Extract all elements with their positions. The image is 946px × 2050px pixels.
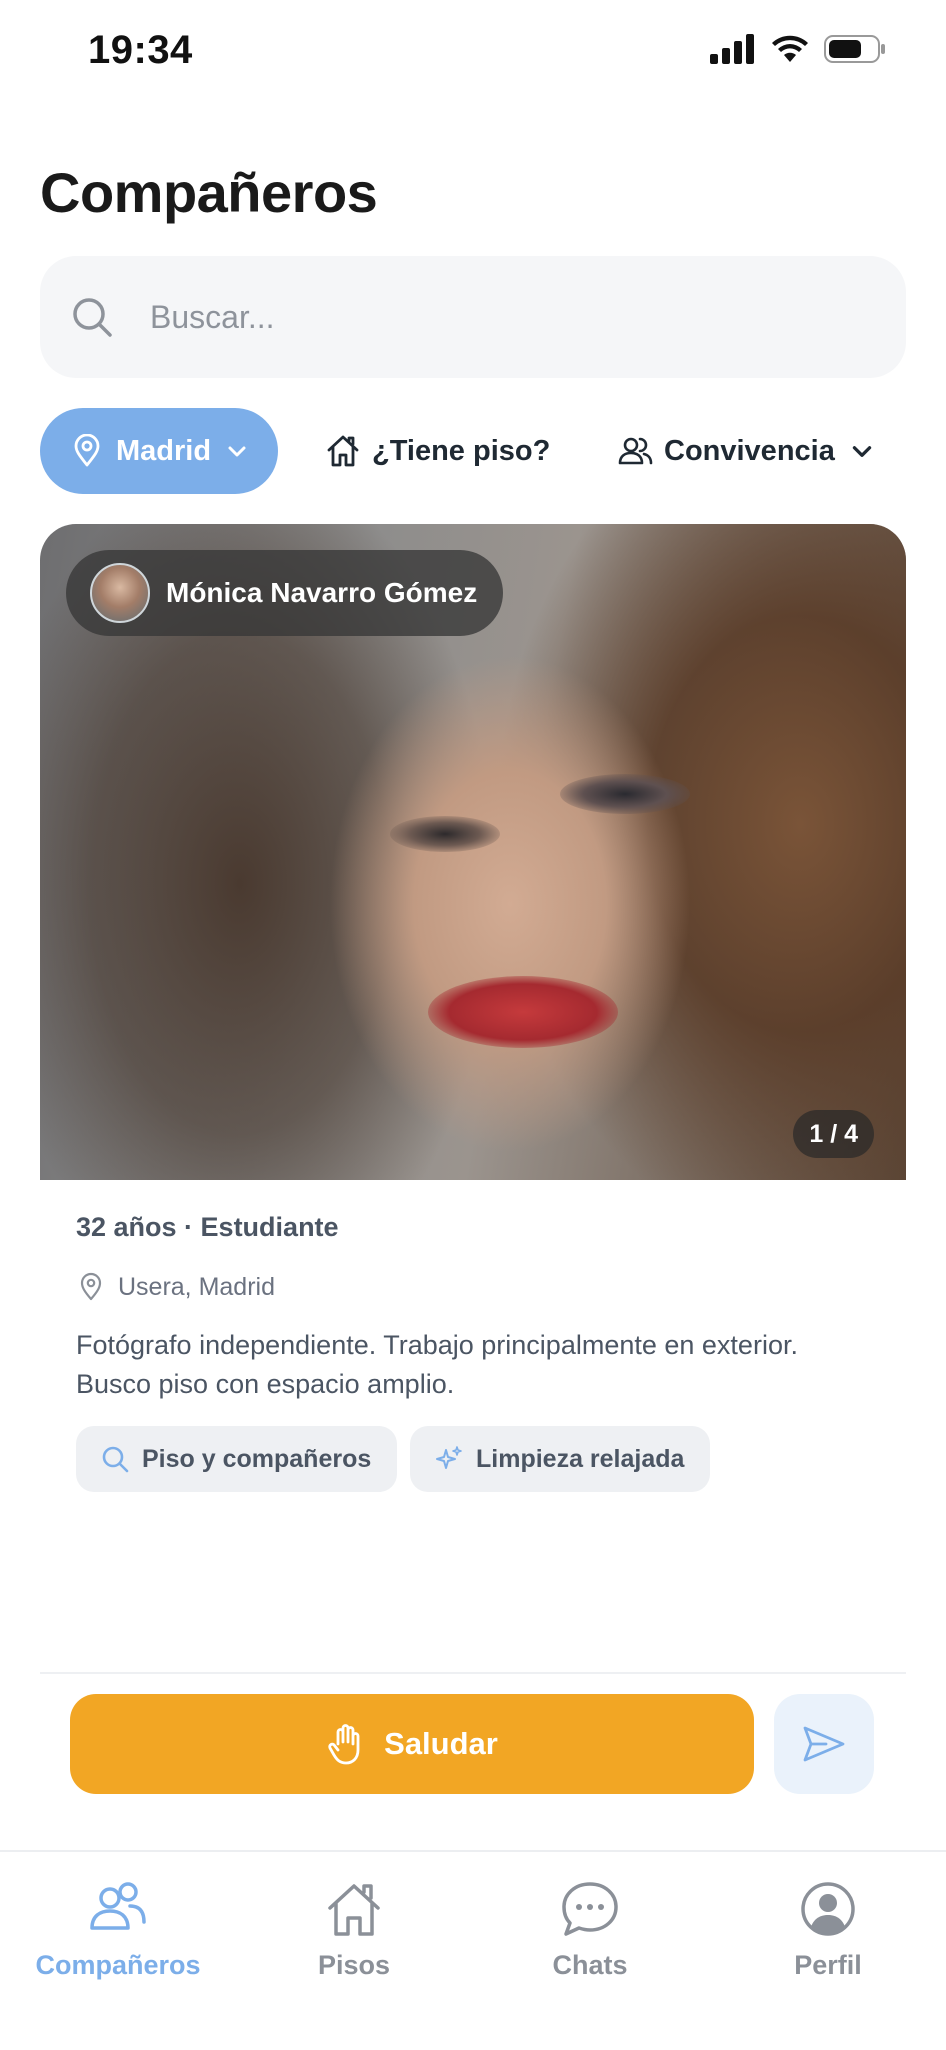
page-title: Compañeros	[40, 161, 378, 224]
profile-photo[interactable]: Mónica Navarro Gómez 1 / 4	[40, 524, 906, 1180]
profile-location: Usera, Madrid	[76, 1272, 275, 1302]
battery-icon	[824, 35, 885, 63]
location-pin-icon	[80, 1272, 102, 1301]
tag-label: Limpieza relajada	[476, 1444, 685, 1473]
status-time: 19:34	[88, 28, 193, 72]
profile-description: Fotógrafo independiente. Trabajo princip…	[76, 1330, 798, 1399]
tab-pisos[interactable]: Pisos	[236, 1878, 472, 1981]
profile-name-chip[interactable]: Mónica Navarro Gómez	[66, 550, 504, 636]
sparkles-icon	[436, 1446, 462, 1469]
search-bar[interactable]	[40, 256, 906, 378]
divider	[40, 1672, 906, 1674]
tag-label: Piso y compañeros	[142, 1444, 372, 1473]
search-input[interactable]	[148, 297, 852, 337]
users-icon	[90, 1882, 146, 1930]
profile-name: Mónica Navarro Gómez	[166, 577, 478, 608]
signal-icon	[710, 34, 754, 64]
greet-button[interactable]: Saludar	[70, 1694, 754, 1794]
tag-cleaning: Limpieza relajada	[410, 1426, 711, 1492]
has-flat-filter-button[interactable]: ¿Tiene piso?	[324, 408, 550, 494]
profile-location-text: Usera, Madrid	[118, 1272, 275, 1301]
avatar	[90, 563, 150, 623]
search-icon	[102, 1446, 129, 1473]
hand-wave-icon	[328, 1724, 360, 1765]
location-pin-icon	[74, 434, 100, 467]
status-icons	[710, 34, 886, 64]
home-icon	[328, 1884, 380, 1936]
home-icon	[327, 435, 359, 467]
search-icon	[62, 287, 122, 347]
tab-bar: Compañeros Pisos Chats Perfil	[0, 1850, 946, 2050]
tab-label: Compañeros	[35, 1950, 201, 1980]
tab-chats[interactable]: Chats	[472, 1878, 708, 1981]
tab-label: Perfil	[794, 1950, 862, 1980]
location-filter-label: Madrid	[116, 434, 212, 467]
greet-button-label: Saludar	[384, 1726, 498, 1761]
location-filter-button[interactable]: Madrid	[40, 408, 278, 494]
tag-search-type: Piso y compañeros	[76, 1426, 398, 1492]
has-flat-filter-label: ¿Tiene piso?	[372, 434, 551, 467]
chevron-down-icon	[852, 446, 872, 457]
photo-counter: 1 / 4	[793, 1110, 874, 1158]
users-icon	[618, 437, 653, 465]
send-icon	[803, 1726, 845, 1762]
chevron-down-icon	[228, 446, 246, 457]
tab-companeros[interactable]: Compañeros	[0, 1878, 236, 1981]
living-filter-button[interactable]: Convivencia	[616, 408, 875, 494]
living-filter-label: Convivencia	[664, 434, 835, 467]
wifi-icon	[772, 35, 808, 62]
chat-icon	[562, 1882, 618, 1936]
profile-meta: 32 años · Estudiante	[76, 1212, 339, 1242]
tab-label: Chats	[552, 1950, 628, 1980]
profile-icon	[801, 1882, 855, 1936]
tab-label: Pisos	[317, 1950, 391, 1980]
send-message-button[interactable]	[774, 1694, 874, 1794]
tab-perfil[interactable]: Perfil	[710, 1878, 946, 1981]
